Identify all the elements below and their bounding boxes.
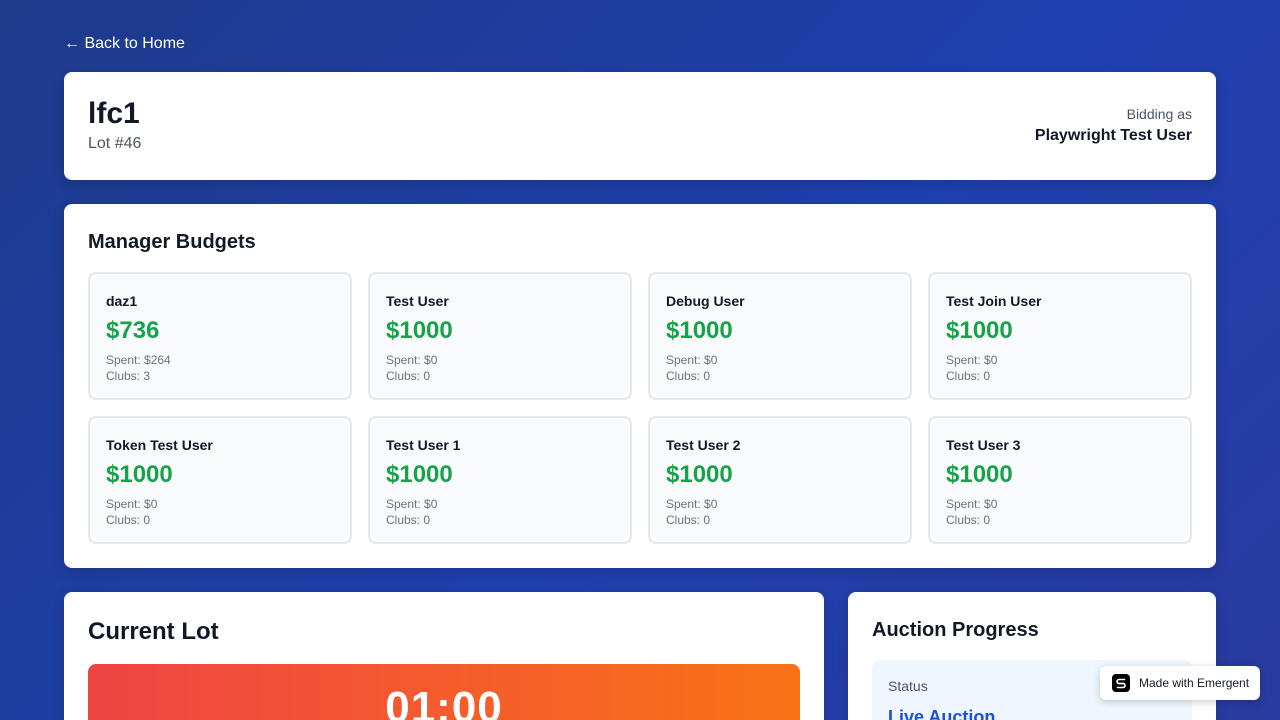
manager-remaining-budget: $1000 [386, 317, 453, 344]
manager-budget-item: Test User $1000 Spent: $0 Clubs: 0 [368, 272, 632, 400]
manager-budgets-card: Manager Budgets daz1 $736 Spent: $264 Cl… [64, 204, 1216, 568]
manager-remaining-budget: $1000 [666, 461, 733, 488]
emergent-logo-icon [1112, 674, 1130, 692]
lot-header-card: lfc1 Lot #46 Bidding as Playwright Test … [64, 72, 1216, 180]
manager-clubs: Clubs: 0 [386, 369, 431, 383]
manager-clubs: Clubs: 0 [946, 513, 991, 527]
lot-number: Lot #46 [88, 135, 142, 152]
auction-progress-card: Auction Progress Status Live Auction [848, 592, 1216, 720]
current-lot-card: Current Lot 01:00 [64, 592, 824, 720]
manager-spent: Spent: $0 [666, 353, 718, 367]
manager-spent: Spent: $0 [106, 497, 158, 511]
manager-name: Token Test User [106, 437, 213, 453]
bidding-as-label: Bidding as [1126, 106, 1192, 122]
manager-name: Test User 2 [666, 437, 741, 453]
manager-clubs: Clubs: 0 [666, 513, 711, 527]
manager-clubs: Clubs: 3 [106, 369, 151, 383]
manager-name: Test User 3 [946, 437, 1021, 453]
manager-budget-item: daz1 $736 Spent: $264 Clubs: 3 [88, 272, 352, 400]
manager-clubs: Clubs: 0 [666, 369, 711, 383]
manager-remaining-budget: $1000 [666, 317, 733, 344]
page-title: lfc1 [88, 97, 140, 130]
auction-progress-title: Auction Progress [872, 619, 1039, 641]
manager-remaining-budget: $1000 [106, 461, 173, 488]
made-with-emergent-badge[interactable]: Made with Emergent [1100, 666, 1260, 700]
manager-remaining-budget: $1000 [946, 317, 1013, 344]
manager-budget-item: Test Join User $1000 Spent: $0 Clubs: 0 [928, 272, 1192, 400]
manager-spent: Spent: $0 [946, 353, 998, 367]
manager-remaining-budget: $1000 [946, 461, 1013, 488]
manager-remaining-budget: $1000 [386, 461, 453, 488]
manager-spent: Spent: $0 [946, 497, 998, 511]
bidding-user-name: Playwright Test User [1034, 127, 1192, 144]
manager-budgets-grid: daz1 $736 Spent: $264 Clubs: 3 Test User… [88, 272, 1192, 544]
manager-budget-item: Debug User $1000 Spent: $0 Clubs: 0 [648, 272, 912, 400]
bidding-as-block: Bidding as Playwright Test User [1035, 104, 1192, 147]
manager-clubs: Clubs: 0 [386, 513, 431, 527]
manager-budget-item: Test User 3 $1000 Spent: $0 Clubs: 0 [928, 416, 1192, 544]
back-to-home-link[interactable]: ← Back to Home [64, 34, 185, 54]
manager-name: Debug User [666, 293, 745, 309]
manager-name: Test Join User [946, 293, 1042, 309]
manager-name: Test User [386, 293, 449, 309]
manager-budget-item: Token Test User $1000 Spent: $0 Clubs: 0 [88, 416, 352, 544]
manager-remaining-budget: $736 [106, 317, 160, 344]
current-lot-title: Current Lot [88, 618, 219, 645]
manager-budget-item: Test User 1 $1000 Spent: $0 Clubs: 0 [368, 416, 632, 544]
manager-name: Test User 1 [386, 437, 461, 453]
manager-spent: Spent: $264 [106, 353, 171, 367]
manager-budget-item: Test User 2 $1000 Spent: $0 Clubs: 0 [648, 416, 912, 544]
emergent-badge-label: Made with Emergent [1139, 676, 1250, 690]
countdown-timer: 01:00 [385, 683, 503, 720]
manager-spent: Spent: $0 [386, 497, 438, 511]
manager-spent: Spent: $0 [386, 353, 438, 367]
manager-spent: Spent: $0 [666, 497, 718, 511]
manager-clubs: Clubs: 0 [106, 513, 151, 527]
status-value: Live Auction [888, 707, 996, 720]
manager-name: daz1 [106, 293, 138, 309]
manager-budgets-title: Manager Budgets [88, 231, 256, 253]
manager-clubs: Clubs: 0 [946, 369, 991, 383]
countdown-timer-panel: 01:00 [88, 664, 800, 720]
